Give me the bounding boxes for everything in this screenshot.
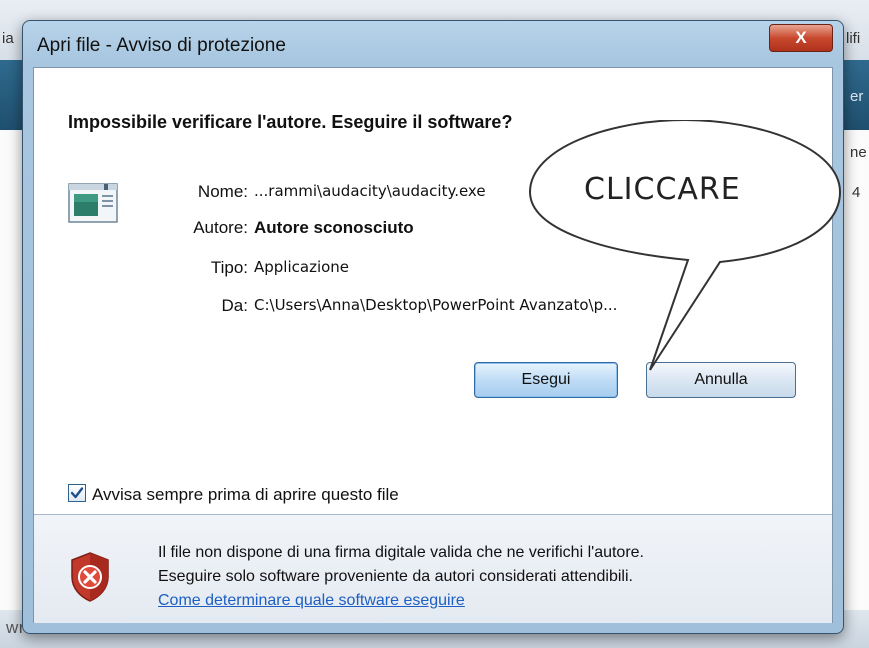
field-tipo-label: Tipo: xyxy=(210,258,248,277)
callout-bubble xyxy=(528,120,842,371)
footer-text: Il file non dispone di una firma digital… xyxy=(158,541,644,613)
field-autore-label: Autore: xyxy=(193,218,248,237)
background-text-fragment: er xyxy=(850,88,864,105)
always-warn-checkbox[interactable] xyxy=(68,484,86,502)
footer-line-2: Eseguire solo software proveniente da au… xyxy=(158,568,633,585)
field-da-label: Da: xyxy=(221,296,248,315)
background-text-fragment: ia xyxy=(2,30,14,47)
checkmark-icon xyxy=(70,487,84,499)
field-nome-label: Nome: xyxy=(197,182,248,201)
always-warn-option[interactable]: Avvisa sempre prima di aprire questo fil… xyxy=(68,484,399,505)
field-tipo-value: Applicazione xyxy=(254,258,350,276)
background-text-fragment: lifi xyxy=(846,30,861,47)
always-warn-label: Avvisa sempre prima di aprire questo fil… xyxy=(92,485,399,504)
dialog-heading: Impossibile verificare l'autore. Eseguir… xyxy=(68,112,513,132)
field-nome-value: ...rammi\audacity\audacity.exe xyxy=(254,182,486,200)
footer-line-1: Il file non dispone di una firma digital… xyxy=(158,544,644,561)
callout-text: CLICCARE xyxy=(584,172,741,207)
help-link[interactable]: Come determinare quale software eseguire xyxy=(158,589,644,613)
dialog-footer: Il file non dispone di una firma digital… xyxy=(34,514,832,623)
close-button[interactable]: X xyxy=(769,24,833,52)
shield-error-icon xyxy=(68,551,112,603)
field-autore-value: Autore sconosciuto xyxy=(254,218,414,237)
application-icon xyxy=(66,180,122,226)
dialog-title: Apri file - Avviso di protezione xyxy=(37,35,286,56)
